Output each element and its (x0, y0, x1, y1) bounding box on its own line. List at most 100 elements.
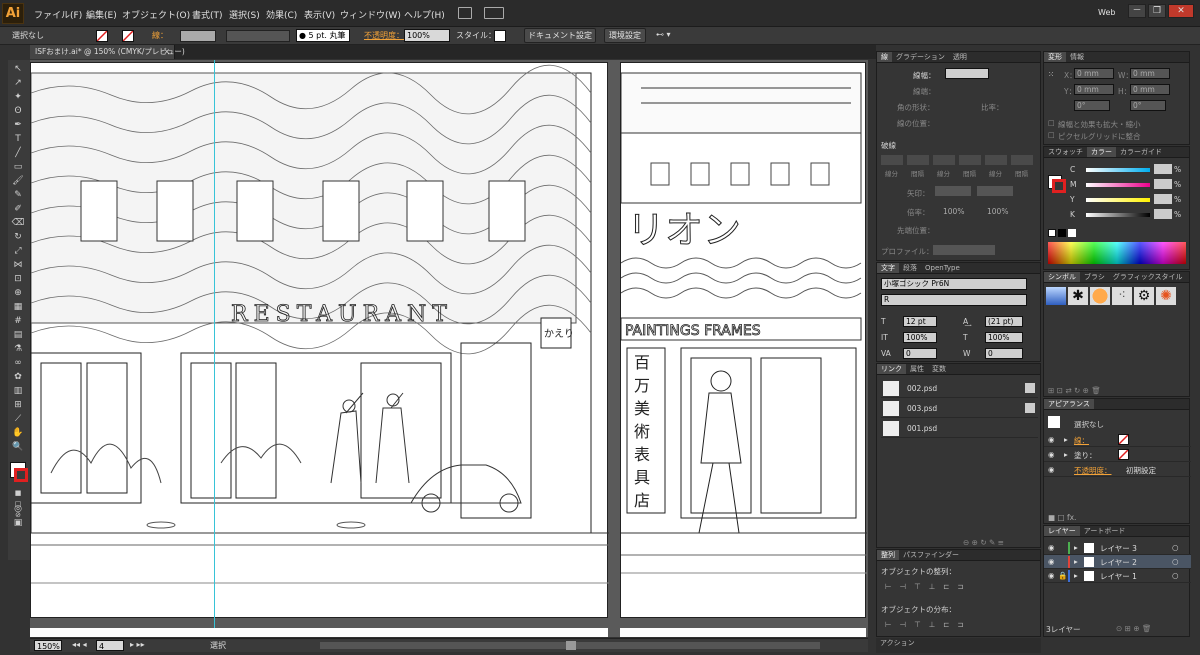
tab-symbols[interactable]: シンボル (1044, 272, 1080, 282)
channel-c-field[interactable] (1154, 164, 1172, 174)
tab-graphic-styles[interactable]: グラフィックスタイル (1109, 272, 1187, 282)
menu-file[interactable]: ファイル(F) (34, 8, 82, 21)
layer-row[interactable]: ◉ 🔒 ▸ レイヤー 1 ○ (1044, 569, 1191, 583)
eraser-tool-icon[interactable]: ⌫ (11, 218, 25, 229)
symbol-sprayer-tool-icon[interactable]: ✿ (11, 372, 25, 383)
mesh-tool-icon[interactable]: # (11, 316, 25, 327)
variable-width-dropdown[interactable] (226, 30, 290, 42)
profile-select[interactable] (933, 245, 995, 255)
slice-tool-icon[interactable]: ⟋ (11, 414, 25, 425)
menu-edit[interactable]: 編集(E) (86, 8, 117, 21)
opacity-label[interactable]: 不透明度： (364, 30, 404, 41)
channel-y-field[interactable] (1154, 194, 1172, 204)
tab-transparency[interactable]: 透明 (949, 52, 971, 62)
distribute-buttons[interactable]: ⊢⊣⊤⊥⊏⊐ (885, 620, 972, 629)
free-transform-tool-icon[interactable]: ⊡ (11, 274, 25, 285)
font-size-field[interactable]: 12 pt (903, 316, 937, 327)
shape-builder-tool-icon[interactable]: ⊕ (11, 288, 25, 299)
appearance-stroke-label[interactable]: 線： (1074, 435, 1089, 446)
links-footer-icons[interactable]: ⊖ ⊕ ↻ ✎ ≡ (963, 538, 1004, 547)
arrow-scale-2[interactable]: 100% (987, 207, 1008, 216)
tab-stroke[interactable]: 線 (877, 52, 892, 62)
line-tool-icon[interactable]: ╱ (11, 148, 25, 159)
chevron-right-icon[interactable]: ▸ (1064, 450, 1068, 459)
menu-view[interactable]: 表示(V) (304, 8, 335, 21)
font-style-select[interactable]: R (881, 294, 1027, 306)
y-field[interactable]: 0 mm (1074, 84, 1114, 95)
link-item[interactable]: 001.psd (881, 420, 1038, 438)
channel-k-field[interactable] (1154, 209, 1172, 219)
appearance-stroke-row[interactable]: ◉ ▸ 線： (1044, 433, 1191, 447)
blend-tool-icon[interactable]: ∞ (11, 358, 25, 369)
symbol-grunge[interactable]: ⁖ (1112, 287, 1132, 305)
rectangle-tool-icon[interactable]: ▭ (11, 162, 25, 173)
stroke-none-icon[interactable] (1118, 434, 1129, 445)
blob-brush-tool-icon[interactable]: ✐ (11, 204, 25, 215)
draw-mode-icon[interactable]: ◎ (11, 504, 25, 515)
fill-none-icon[interactable] (1118, 449, 1129, 460)
rotate-tool-icon[interactable]: ↻ (11, 232, 25, 243)
channel-y-slider[interactable] (1086, 198, 1150, 202)
stroke-swatch[interactable] (122, 30, 134, 42)
arrow-start-select[interactable] (935, 186, 971, 196)
pixel-grid-checkbox[interactable]: ☐ (1048, 131, 1055, 140)
artboard-number-field[interactable]: 4 (96, 640, 124, 651)
appearance-fill-label[interactable]: 塗り： (1074, 450, 1097, 461)
eyedropper-tool-icon[interactable]: ⚗ (11, 344, 25, 355)
document-setup-button[interactable]: ドキュメント設定 (524, 28, 596, 43)
w-field[interactable]: 0 mm (1130, 68, 1170, 79)
target-icon[interactable]: ○ (1172, 557, 1179, 566)
tab-appearance[interactable]: アピアランス (1044, 399, 1094, 409)
leading-field[interactable]: (21 pt) (985, 316, 1023, 327)
magic-wand-tool-icon[interactable]: ✦ (11, 92, 25, 103)
zoom-tool-icon[interactable]: 🔍 (11, 442, 25, 453)
bridge-icon[interactable] (458, 7, 472, 19)
tab-paragraph[interactable]: 段落 (899, 263, 921, 273)
artboard-nav-next-icon[interactable]: ▸ ▸▸ (130, 640, 145, 649)
lock-icon[interactable]: 🔒 (1058, 571, 1067, 580)
fill-none-swatch[interactable] (96, 30, 108, 42)
close-tab-icon[interactable]: × (164, 45, 170, 58)
zoom-field[interactable]: 150% (34, 640, 62, 651)
appearance-opacity-row[interactable]: ◉ 不透明度： 初期設定 (1044, 463, 1191, 477)
tab-layers[interactable]: レイヤー (1044, 526, 1080, 536)
graph-tool-icon[interactable]: ▥ (11, 386, 25, 397)
kerning-field[interactable]: 0 (903, 348, 937, 359)
stroke-label[interactable]: 線： (152, 30, 168, 41)
symbol-flower[interactable]: ✺ (1156, 287, 1176, 305)
tracking-field[interactable]: 0 (985, 348, 1023, 359)
width-tool-icon[interactable]: ⋈ (11, 260, 25, 271)
vertical-guide[interactable] (214, 60, 215, 637)
eye-icon[interactable]: ◉ (1048, 465, 1055, 474)
h-field[interactable]: 0 mm (1130, 84, 1170, 95)
stroke-weight-input[interactable] (945, 68, 989, 79)
tab-pathfinder[interactable]: パスファインダー (899, 550, 963, 560)
paintbrush-tool-icon[interactable]: 🖌 (11, 176, 25, 187)
pencil-tool-icon[interactable]: ✎ (11, 190, 25, 201)
layer-row[interactable]: ◉ ▸ レイヤー 2 ○ (1044, 555, 1191, 569)
tab-brushes[interactable]: ブラシ (1080, 272, 1109, 282)
tab-align[interactable]: 整列 (877, 550, 899, 560)
close-window-button[interactable]: ✕ (1168, 4, 1194, 18)
align-buttons[interactable]: ⊢⊣⊤⊥⊏⊐ (885, 582, 972, 591)
eye-icon[interactable]: ◉ (1048, 435, 1055, 444)
perspective-grid-tool-icon[interactable]: ▦ (11, 302, 25, 313)
visibility-eye-icon[interactable]: ◉ (1048, 543, 1055, 552)
scrollbar-thumb[interactable] (566, 641, 576, 650)
tab-links[interactable]: リンク (877, 364, 906, 374)
canvas-area[interactable]: RESTAURANT かえり リオン PAINTINGS FRAMES 百 万 … (30, 60, 868, 637)
symbol-orange-ball[interactable] (1090, 287, 1110, 305)
tab-artboards[interactable]: アートボード (1080, 526, 1130, 536)
expand-arrow-icon[interactable]: ▸ (1074, 571, 1078, 580)
stroke-color-icon[interactable] (14, 468, 28, 482)
layer-row[interactable]: ◉ ▸ レイヤー 3 ○ (1044, 541, 1191, 555)
document-tab[interactable]: ISFおまけ.ai* @ 150% (CMYK/プレビュー) × (30, 45, 185, 59)
visibility-eye-icon[interactable]: ◉ (1048, 557, 1055, 566)
channel-m-field[interactable] (1154, 179, 1172, 189)
reference-point-icon[interactable]: ⁙ (1048, 70, 1054, 79)
layers-footer-icons[interactable]: ⊙ ⊞ ⊕ 🗑 (1116, 624, 1152, 633)
visibility-eye-icon[interactable]: ◉ (1048, 571, 1055, 580)
fx-icon[interactable]: fx. (1067, 513, 1076, 522)
rotate-field[interactable]: 0° (1074, 100, 1110, 111)
appearance-fill-row[interactable]: ◉ ▸ 塗り： (1044, 448, 1191, 462)
